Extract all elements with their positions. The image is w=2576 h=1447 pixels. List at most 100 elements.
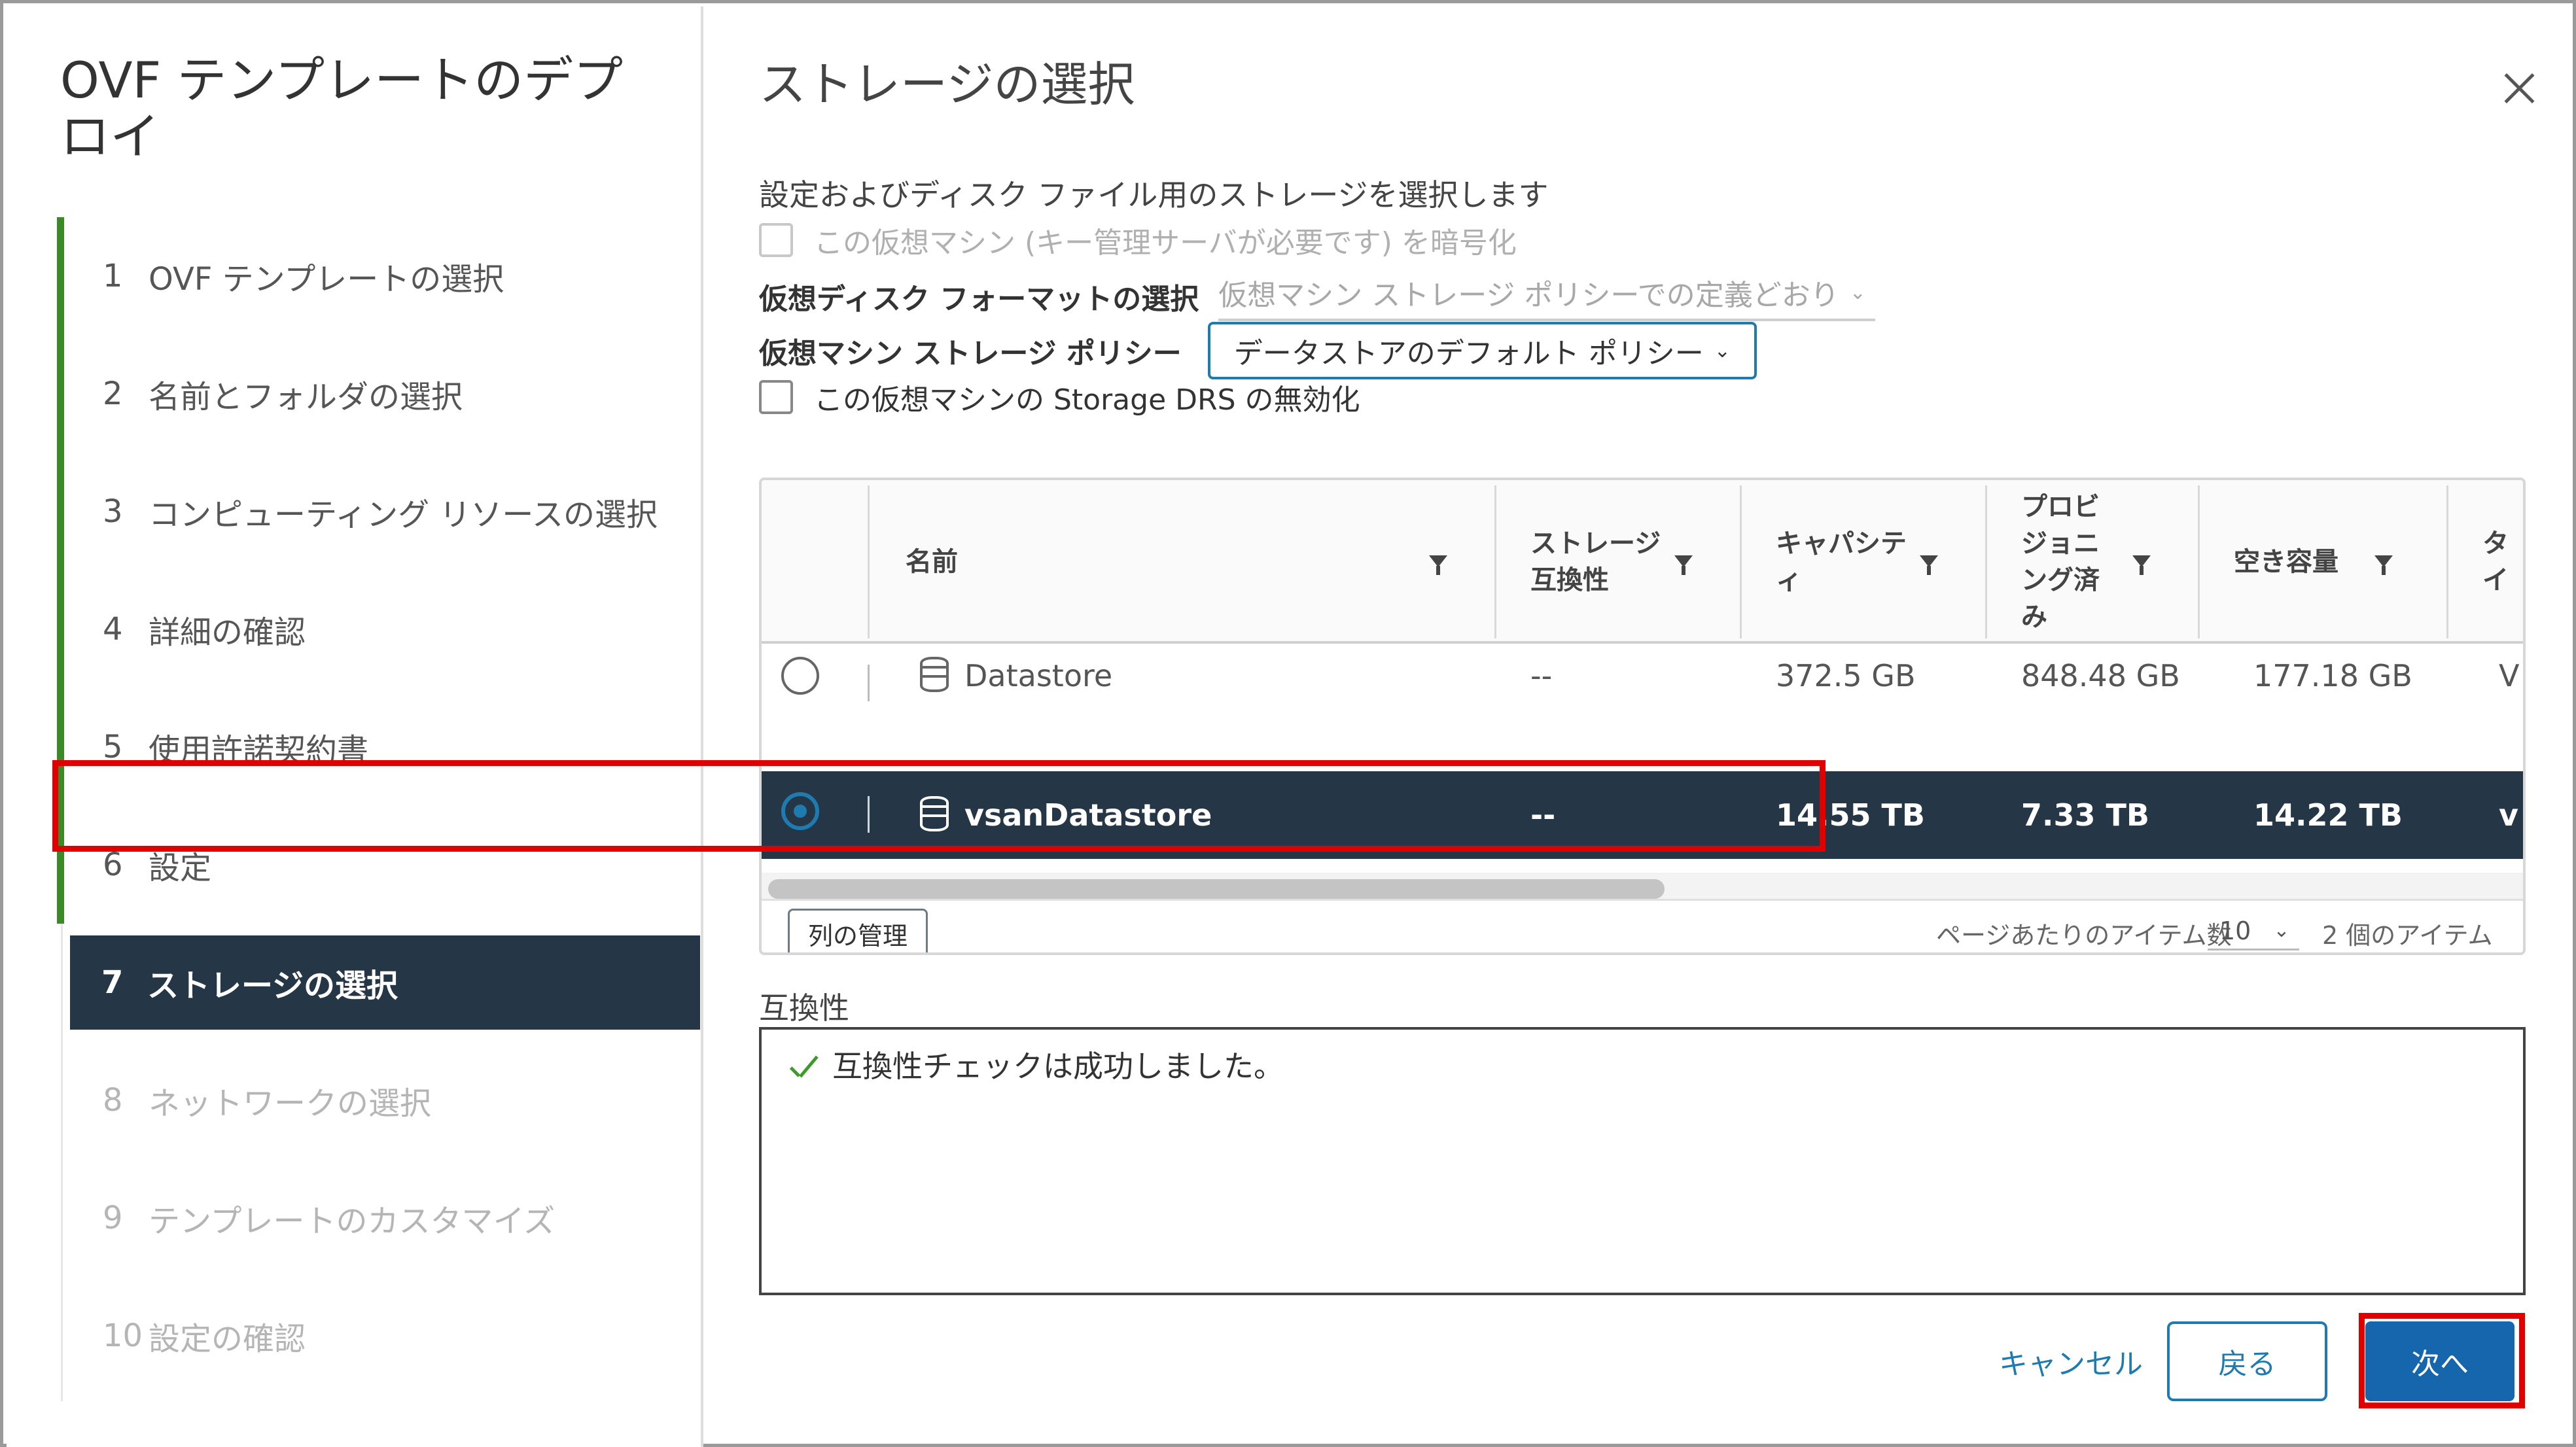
wizard-title: OVF テンプレートのデプロイ bbox=[60, 51, 624, 166]
disk-format-row: 仮想ディスク フォーマットの選択 仮想マシン ストレージ ポリシーでの定義どおり… bbox=[759, 271, 1875, 321]
wizard-step-3[interactable]: 3 コンピューティング リソースの選択 bbox=[57, 453, 700, 570]
column-separator bbox=[2446, 485, 2448, 638]
cell-compat: -- bbox=[1530, 797, 1556, 833]
column-header-provisioned[interactable]: プロビ ジョニ ング済 み bbox=[2021, 480, 2100, 644]
items-per-page-value: 10 bbox=[2219, 916, 2251, 945]
column-header-compat[interactable]: ストレージ 互換性 bbox=[1530, 480, 1661, 644]
policy-value: データストアのデフォルト ポリシー bbox=[1233, 337, 1704, 370]
step-label: コンピューティング リソースの選択 bbox=[149, 497, 658, 533]
column-header-capacity[interactable]: キャパシテ ィ bbox=[1776, 480, 1907, 644]
cell-free: 177.18 GB bbox=[2253, 658, 2412, 693]
column-separator bbox=[868, 485, 870, 638]
drs-disable-checkbox[interactable] bbox=[759, 380, 793, 414]
encrypt-label: この仮想マシン (キー管理サーバが必要です) を暗号化 bbox=[814, 226, 1517, 260]
cell-name: Datastore bbox=[964, 658, 1113, 693]
step-number: 8 bbox=[103, 1082, 123, 1119]
cell-name: vsanDatastore bbox=[964, 797, 1212, 833]
step-label: 設定の確認 bbox=[149, 1321, 306, 1357]
chevron-down-icon: ⌄ bbox=[1714, 339, 1731, 362]
column-separator bbox=[2198, 485, 2200, 638]
drs-row: この仮想マシンの Storage DRS の無効化 bbox=[759, 376, 1360, 418]
cell-capacity: 372.5 GB bbox=[1776, 658, 1916, 693]
step-label: OVF テンプレートの選択 bbox=[149, 261, 504, 298]
table-row-selected[interactable]: vsanDatastore -- 14.55 TB 7.33 TB 14.22 … bbox=[762, 771, 2523, 859]
disk-format-value: 仮想マシン ストレージ ポリシーでの定義どおり bbox=[1218, 279, 1839, 312]
step-label: 名前とフォルダの選択 bbox=[149, 379, 463, 415]
chevron-down-icon: ⌄ bbox=[2273, 919, 2290, 942]
cell-compat: -- bbox=[1530, 658, 1553, 693]
encrypt-row: この仮想マシン (キー管理サーバが必要です) を暗号化 bbox=[759, 219, 1517, 261]
grid-header: 名前 ストレージ 互換性 キャパシテ ィ プロビ ジョニ ング済 み 空き容量 … bbox=[762, 480, 2523, 644]
row-divider bbox=[868, 796, 870, 833]
back-button[interactable]: 戻る bbox=[2167, 1321, 2327, 1401]
grid-footer: 列の管理 ページあたりのアイテム数 10 ⌄ 2 個のアイテム bbox=[762, 899, 2523, 952]
page-title: ストレージの選択 bbox=[759, 57, 1135, 112]
filter-icon[interactable] bbox=[1920, 555, 1938, 575]
policy-label: 仮想マシン ストレージ ポリシー bbox=[759, 337, 1182, 370]
cancel-button[interactable]: キャンセル bbox=[1973, 1321, 2169, 1401]
row-radio[interactable] bbox=[781, 657, 819, 695]
wizard-step-4[interactable]: 4 詳細の確認 bbox=[57, 570, 700, 688]
page-subtitle: 設定およびディスク ファイル用のストレージを選択します bbox=[759, 177, 1549, 213]
step-number: 9 bbox=[103, 1200, 123, 1236]
next-button[interactable]: 次へ bbox=[2365, 1321, 2514, 1401]
wizard-step-6[interactable]: 6 設定 bbox=[57, 806, 700, 924]
cell-type: v bbox=[2499, 797, 2518, 833]
wizard-step-8: 8 ネットワークの選択 bbox=[57, 1041, 700, 1159]
compatibility-message: 互換性チェックは成功しました。 bbox=[832, 1049, 1284, 1084]
filter-icon[interactable] bbox=[1429, 555, 1447, 575]
step-label: 詳細の確認 bbox=[149, 614, 306, 651]
step-number: 4 bbox=[103, 611, 123, 648]
wizard-step-5[interactable]: 5 使用許諾契約書 bbox=[57, 688, 700, 806]
wizard-step-9: 9 テンプレートのカスタマイズ bbox=[57, 1159, 700, 1277]
wizard-step-7-active[interactable]: 7 ストレージの選択 bbox=[70, 935, 700, 1030]
dialog-frame: OVF テンプレートのデプロイ 1 OVF テンプレートの選択 2 名前とフォルダの… bbox=[0, 0, 2576, 1447]
column-separator bbox=[1985, 485, 1987, 638]
datastore-grid: 名前 ストレージ 互換性 キャパシテ ィ プロビ ジョニ ング済 み 空き容量 … bbox=[759, 478, 2526, 955]
encrypt-checkbox bbox=[759, 223, 793, 257]
wizard-content: ストレージの選択 設定およびディスク ファイル用のストレージを選択します この仮… bbox=[707, 7, 2576, 1447]
disk-format-select: 仮想マシン ストレージ ポリシーでの定義どおり ⌄ bbox=[1218, 271, 1875, 321]
step-label: 設定 bbox=[149, 850, 212, 886]
table-row[interactable]: Datastore -- 372.5 GB 848.48 GB 177.18 G… bbox=[762, 646, 2523, 734]
wizard-steps: 1 OVF テンプレートの選択 2 名前とフォルダの選択 3 コンピューティング リソ… bbox=[57, 217, 700, 1395]
wizard-step-1[interactable]: 1 OVF テンプレートの選択 bbox=[57, 217, 700, 335]
compatibility-label: 互換性 bbox=[759, 990, 849, 1026]
close-icon[interactable] bbox=[2499, 69, 2539, 108]
wizard-step-2[interactable]: 2 名前とフォルダの選択 bbox=[57, 335, 700, 453]
row-radio-checked[interactable] bbox=[781, 792, 819, 830]
cell-provisioned: 7.33 TB bbox=[2021, 797, 2149, 833]
item-count: 2 個のアイテム bbox=[2322, 921, 2493, 950]
drs-label: この仮想マシンの Storage DRS の無効化 bbox=[814, 383, 1360, 417]
items-per-page-select[interactable]: 10 ⌄ bbox=[2208, 913, 2299, 950]
column-separator bbox=[1494, 485, 1496, 638]
step-number: 5 bbox=[103, 729, 123, 765]
cell-capacity: 14.55 TB bbox=[1776, 797, 1925, 833]
step-number: 6 bbox=[103, 846, 123, 883]
compatibility-panel: 互換性チェックは成功しました。 bbox=[759, 1027, 2526, 1295]
manage-columns-button[interactable]: 列の管理 bbox=[788, 909, 928, 952]
items-per-page-label: ページあたりのアイテム数 bbox=[1936, 921, 2232, 950]
filter-icon[interactable] bbox=[2374, 555, 2393, 575]
cell-provisioned: 848.48 GB bbox=[2021, 658, 2180, 693]
chevron-down-icon: ⌄ bbox=[1849, 281, 1866, 304]
cell-free: 14.22 TB bbox=[2253, 797, 2403, 833]
storage-policy-select[interactable]: データストアのデフォルト ポリシー ⌄ bbox=[1207, 322, 1757, 379]
datastore-icon bbox=[920, 657, 949, 692]
step-number: 7 bbox=[101, 964, 124, 1001]
filter-icon[interactable] bbox=[1674, 555, 1693, 575]
step-label: 使用許諾契約書 bbox=[149, 732, 369, 769]
cell-type: V bbox=[2499, 658, 2520, 693]
column-separator bbox=[1740, 485, 1742, 638]
row-divider bbox=[868, 665, 870, 701]
column-header-free[interactable]: 空き容量 bbox=[2234, 480, 2338, 644]
step-number: 2 bbox=[103, 375, 123, 412]
check-icon bbox=[786, 1057, 822, 1083]
filter-icon[interactable] bbox=[2132, 555, 2151, 575]
scrollbar-thumb[interactable] bbox=[768, 879, 1665, 899]
step-number: 10 bbox=[103, 1317, 143, 1354]
column-header-type[interactable]: タイ bbox=[2482, 480, 2523, 644]
column-header-name[interactable]: 名前 bbox=[906, 480, 958, 644]
disk-format-label: 仮想ディスク フォーマットの選択 bbox=[759, 283, 1199, 316]
datastore-icon bbox=[920, 796, 949, 831]
